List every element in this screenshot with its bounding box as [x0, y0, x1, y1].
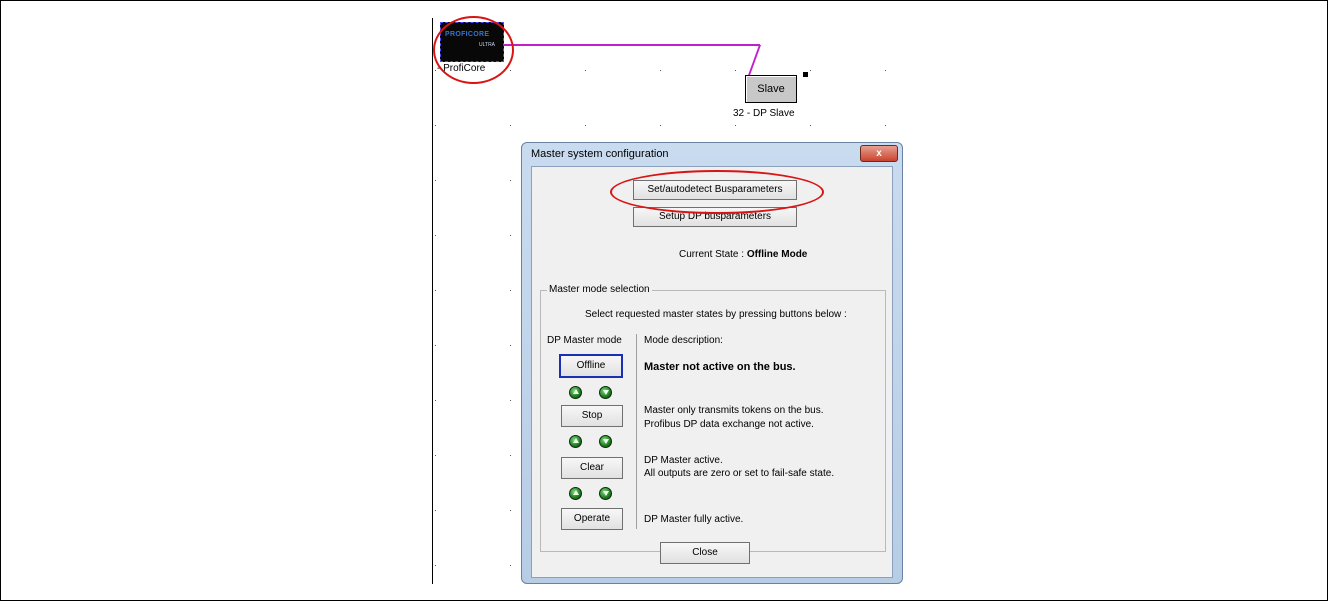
grid-dot — [510, 400, 511, 401]
column-separator — [636, 334, 637, 529]
clear-mode-button[interactable]: Clear — [561, 457, 623, 479]
clear-mode-description-line1: DP Master active. — [644, 455, 723, 466]
grid-dot — [435, 180, 436, 181]
slave-node-button[interactable]: Slave — [745, 75, 797, 103]
grid-dot — [810, 70, 811, 71]
led-down-icon — [599, 386, 612, 399]
offline-mode-button[interactable]: Offline — [559, 354, 623, 378]
grid-dot — [735, 70, 736, 71]
grid-dot — [435, 70, 436, 71]
operate-mode-button[interactable]: Operate — [561, 508, 623, 530]
stop-mode-description-line2: Profibus DP data exchange not active. — [644, 419, 814, 430]
grid-dot — [885, 125, 886, 126]
led-up-icon — [569, 435, 582, 448]
clear-mode-description-line2: All outputs are zero or set to fail-safe… — [644, 468, 835, 479]
dialog-title: Master system configuration — [531, 148, 669, 160]
current-state-text: Current State : Offline Mode — [679, 249, 807, 260]
dialog-client-area: Set/autodetect Busparameters Setup DP bu… — [531, 166, 893, 578]
grid-dot — [435, 235, 436, 236]
profibus-line-horizontal — [502, 44, 760, 46]
grid-dot — [510, 70, 511, 71]
current-state-value: Offline Mode — [746, 249, 808, 260]
grid-dot — [435, 565, 436, 566]
grid-dot — [660, 70, 661, 71]
dialog-close-x-button[interactable]: x — [860, 145, 898, 162]
stop-mode-button[interactable]: Stop — [561, 405, 623, 427]
grid-dot — [510, 235, 511, 236]
canvas-left-border — [432, 18, 433, 584]
stop-mode-description-line1: Master only transmits tokens on the bus. — [644, 405, 824, 416]
led-up-icon — [569, 386, 582, 399]
led-down-icon — [599, 435, 612, 448]
close-button[interactable]: Close — [660, 542, 750, 564]
grid-dot — [435, 290, 436, 291]
group-label: Master mode selection — [547, 284, 652, 295]
grid-dot — [510, 290, 511, 291]
dp-master-mode-header: DP Master mode — [547, 335, 622, 346]
grid-dot — [435, 510, 436, 511]
master-mode-selection-group: Master mode selection Select requested m… — [540, 284, 886, 552]
grid-dot — [585, 125, 586, 126]
grid-dot — [510, 455, 511, 456]
led-down-icon — [599, 487, 612, 500]
grid-dot — [885, 70, 886, 71]
grid-dot — [810, 125, 811, 126]
instructions-text: Select requested master states by pressi… — [585, 309, 847, 320]
grid-dot — [585, 70, 586, 71]
led-up-icon — [569, 487, 582, 500]
grid-dot — [435, 400, 436, 401]
grid-dot — [435, 455, 436, 456]
grid-dot — [435, 345, 436, 346]
highlight-ellipse-set-autodetect — [610, 170, 824, 214]
slave-selection-handle — [803, 72, 808, 77]
mode-description-header: Mode description: — [644, 335, 723, 346]
highlight-ellipse-device — [433, 16, 514, 84]
grid-dot — [510, 510, 511, 511]
grid-dot — [735, 125, 736, 126]
grid-dot — [435, 125, 436, 126]
grid-dot — [510, 565, 511, 566]
offline-mode-description: Master not active on the bus. — [644, 361, 796, 373]
grid-dot — [510, 345, 511, 346]
operate-mode-description: DP Master fully active. — [644, 514, 744, 525]
grid-dot — [510, 180, 511, 181]
grid-dot — [510, 125, 511, 126]
slave-device-label: 32 - DP Slave — [733, 108, 795, 119]
grid-dot — [660, 125, 661, 126]
current-state-label: Current State : — [679, 249, 747, 260]
